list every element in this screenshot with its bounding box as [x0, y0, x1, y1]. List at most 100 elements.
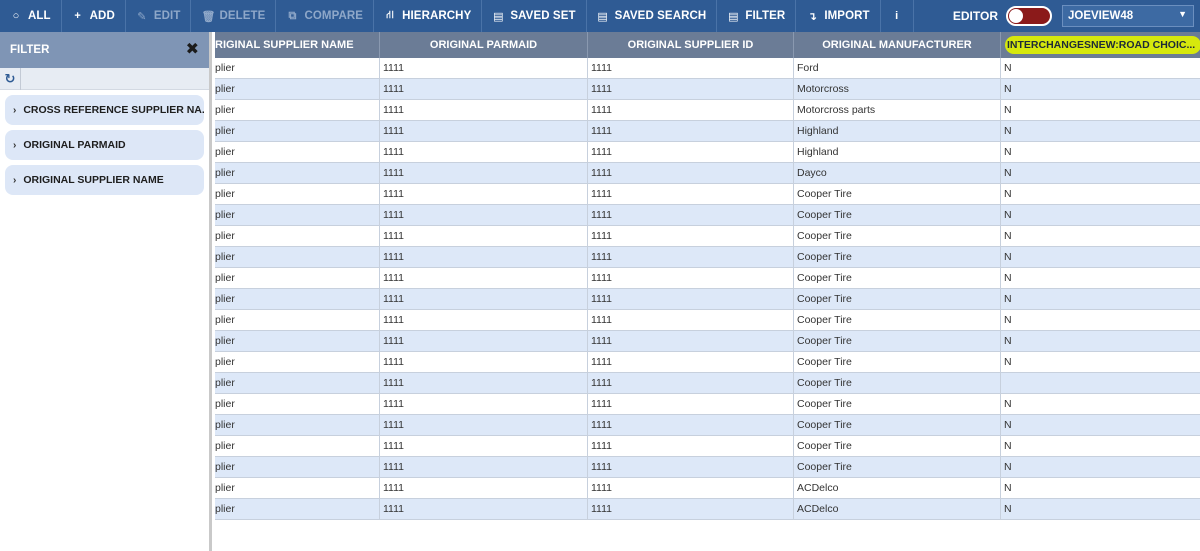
table-cell: N — [1004, 272, 1012, 284]
table-row[interactable]: plier 1111 1111 Cooper Tire N — [215, 184, 1200, 205]
table-cell — [1001, 373, 1200, 393]
table-cell: N — [1004, 167, 1012, 179]
table-cell: N — [1004, 146, 1012, 158]
table-cell: Motorcross — [794, 79, 1001, 99]
filter-icon: ▤ — [728, 10, 739, 23]
table-cell: N — [1004, 188, 1012, 200]
table-cell: 1111 — [380, 331, 588, 351]
table-cell: 1111 — [380, 457, 588, 477]
column-header[interactable]: ORIGINAL MANUFACTURER — [794, 32, 1001, 58]
add-button[interactable]: + ADD — [62, 0, 126, 32]
table-cell: 1111 — [380, 289, 588, 309]
delete-label: DELETE — [219, 10, 266, 22]
table-row[interactable]: plier 1111 1111 ACDelco N — [215, 499, 1200, 520]
table-row[interactable]: plier 1111 1111 Cooper Tire N — [215, 394, 1200, 415]
table-cell: plier — [215, 394, 380, 414]
table-row[interactable]: plier 1111 1111 Motorcross parts N — [215, 100, 1200, 121]
refresh-icon[interactable]: ↻ — [0, 68, 21, 90]
table-cell: plier — [215, 142, 380, 162]
column-header[interactable]: RIGINAL SUPPLIER NAME — [215, 32, 380, 58]
table-row[interactable]: plier 1111 1111 Motorcross N — [215, 79, 1200, 100]
filter-item[interactable]: › CROSS REFERENCE SUPPLIER NA... — [5, 95, 204, 125]
saved-set-button[interactable]: ▤ SAVED SET — [482, 0, 587, 32]
table-row[interactable]: plier 1111 1111 Cooper Tire — [215, 373, 1200, 394]
filter-item[interactable]: › ORIGINAL PARMAID — [5, 130, 204, 160]
table-cell: Cooper Tire — [794, 226, 1001, 246]
import-button[interactable]: ↴ IMPORT — [796, 0, 881, 32]
close-icon[interactable]: ✖ — [186, 41, 199, 59]
user-select[interactable]: JOEVIEW48 ▼ — [1062, 5, 1194, 27]
column-header[interactable]: ORIGINAL SUPPLIER ID — [588, 32, 794, 58]
table-row[interactable]: plier 1111 1111 Cooper Tire N — [215, 205, 1200, 226]
trash-icon: 🗑 — [201, 10, 216, 23]
editor-toggle[interactable] — [1006, 6, 1052, 26]
chevron-right-icon: › — [13, 139, 17, 151]
table-cell: Motorcross parts — [794, 100, 1001, 120]
table-cell: N — [1004, 503, 1012, 515]
table-cell: plier — [215, 352, 380, 372]
edit-button[interactable]: ✎ EDIT — [126, 0, 192, 32]
table-cell: 1111 — [588, 310, 794, 330]
table-cell: Cooper Tire — [794, 457, 1001, 477]
table-cell: ACDelco — [794, 499, 1001, 519]
toggle-knob — [1009, 9, 1023, 23]
filter-button[interactable]: ▤ FILTER — [717, 0, 797, 32]
table-row[interactable]: plier 1111 1111 Cooper Tire N — [215, 289, 1200, 310]
table-row[interactable]: plier 1111 1111 Highland N — [215, 121, 1200, 142]
table-row[interactable]: plier 1111 1111 ACDelco N — [215, 478, 1200, 499]
column-header[interactable]: ORIGINAL PARMAID — [380, 32, 588, 58]
filter-item[interactable]: › ORIGINAL SUPPLIER NAME — [5, 165, 204, 195]
compare-button[interactable]: ⧉ COMPARE — [276, 0, 375, 32]
table-row[interactable]: plier 1111 1111 Cooper Tire N — [215, 268, 1200, 289]
table-row[interactable]: plier 1111 1111 Cooper Tire N — [215, 457, 1200, 478]
table-cell: 1111 — [588, 331, 794, 351]
filter-header: FILTER ✖ — [0, 32, 209, 68]
all-button[interactable]: ○ ALL — [0, 0, 62, 32]
table-cell: N — [1004, 83, 1012, 95]
table-cell: N — [1004, 482, 1012, 494]
table-cell: Cooper Tire — [794, 310, 1001, 330]
table-cell: plier — [215, 226, 380, 246]
table-cell: 1111 — [588, 247, 794, 267]
delete-button[interactable]: 🗑 DELETE — [191, 0, 277, 32]
saved-set-icon: ▤ — [493, 10, 504, 23]
import-icon: ↴ — [807, 10, 817, 23]
table-cell: 1111 — [588, 457, 794, 477]
table-cell: 1111 — [588, 121, 794, 141]
filter-item-label: CROSS REFERENCE SUPPLIER NA... — [23, 104, 204, 116]
chevron-right-icon: › — [13, 174, 17, 186]
user-select-value: JOEVIEW48 — [1068, 10, 1134, 22]
table-cell: 1111 — [588, 478, 794, 498]
table-row[interactable]: plier 1111 1111 Ford N — [215, 58, 1200, 79]
table-row[interactable]: plier 1111 1111 Cooper Tire N — [215, 247, 1200, 268]
table-row[interactable]: plier 1111 1111 Highland N — [215, 142, 1200, 163]
table-cell: 1111 — [380, 499, 588, 519]
table-cell: N — [1004, 62, 1012, 74]
table-row[interactable]: plier 1111 1111 Cooper Tire N — [215, 226, 1200, 247]
table-cell: 1111 — [380, 394, 588, 414]
column-header[interactable]: INTERCHANGESNEW:ROAD CHOIC... — [1001, 32, 1200, 58]
table-row[interactable]: plier 1111 1111 Cooper Tire N — [215, 331, 1200, 352]
table-row[interactable]: plier 1111 1111 Cooper Tire N — [215, 310, 1200, 331]
table-cell: N — [1004, 293, 1012, 305]
table-cell: 1111 — [588, 436, 794, 456]
table-row[interactable]: plier 1111 1111 Cooper Tire N — [215, 415, 1200, 436]
table-cell: Cooper Tire — [794, 205, 1001, 225]
table-cell: 1111 — [588, 163, 794, 183]
info-button[interactable]: i — [881, 0, 914, 32]
table-cell: 1111 — [588, 415, 794, 435]
table-cell: 1111 — [588, 394, 794, 414]
table-cell: plier — [215, 205, 380, 225]
hierarchy-button[interactable]: ⛙ HIERARCHY — [374, 0, 483, 32]
table-row[interactable]: plier 1111 1111 Dayco N — [215, 163, 1200, 184]
table-cell: N — [1004, 335, 1012, 347]
table-row[interactable]: plier 1111 1111 Cooper Tire N — [215, 352, 1200, 373]
table-row[interactable]: plier 1111 1111 Cooper Tire N — [215, 436, 1200, 457]
compare-label: COMPARE — [304, 10, 364, 22]
saved-search-button[interactable]: ▤ SAVED SEARCH — [587, 0, 718, 32]
pencil-icon: ✎ — [137, 10, 147, 23]
table-cell: N — [1004, 209, 1012, 221]
table-cell: plier — [215, 331, 380, 351]
table-cell: N — [1004, 104, 1012, 116]
